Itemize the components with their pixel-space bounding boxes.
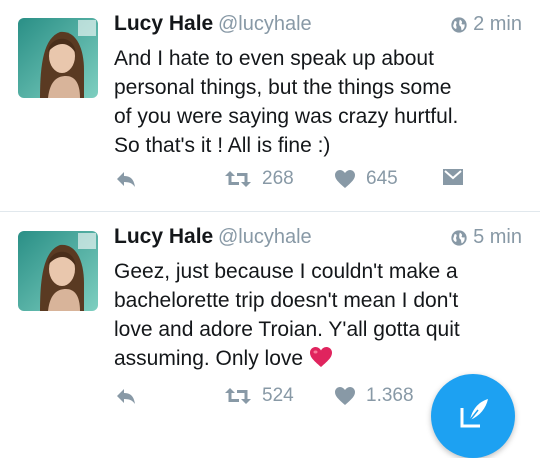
red-heart-emoji-icon — [309, 347, 332, 367]
retweet-count: 524 — [262, 385, 294, 406]
globe-icon — [451, 16, 467, 33]
reply-button[interactable] — [114, 168, 138, 190]
like-button[interactable]: 1.368 — [334, 385, 414, 407]
tweet-text-line: So that's it ! All is fine :) — [114, 134, 331, 157]
timestamp: 2 min — [450, 13, 522, 36]
reply-icon — [117, 389, 135, 404]
like-count: 645 — [366, 168, 398, 189]
tweet-text: Geez, just because I couldn't make a bac… — [114, 257, 524, 373]
retweet-icon — [225, 388, 251, 404]
tweet-text-fragment: assuming. Only love — [114, 347, 304, 370]
username[interactable]: @lucyhale — [218, 13, 312, 36]
tweet-text-line: bachelorette trip doesn't mean I don't — [114, 289, 459, 312]
like-button[interactable]: 645 — [334, 168, 398, 190]
tweet[interactable]: Lucy Hale @lucyhale 2 min And I hate to … — [0, 0, 540, 212]
tweet-text: And I hate to even speak up about person… — [114, 44, 524, 160]
tweet-actions: 268 645 — [114, 168, 540, 198]
direct-message-icon — [443, 169, 463, 185]
reply-icon — [117, 172, 135, 187]
avatar-photo — [18, 18, 98, 98]
avatar[interactable] — [18, 231, 98, 311]
timestamp-text: 2 min — [473, 13, 522, 35]
avatar-photo — [18, 231, 98, 311]
heart-icon — [335, 387, 355, 405]
tweet-text-line-last: assuming. Only love — [114, 344, 524, 373]
tweet-text-line: personal things, but the things some — [114, 76, 452, 99]
compose-tweet-button[interactable] — [431, 374, 515, 458]
tweet-text-line: Geez, just because I couldn't make a — [114, 260, 458, 283]
display-name[interactable]: Lucy Hale — [114, 225, 213, 249]
globe-icon — [451, 229, 467, 246]
tweet-text-line: love and adore Troian. Y'all gotta quit — [114, 318, 460, 341]
avatar[interactable] — [18, 18, 98, 98]
username[interactable]: @lucyhale — [218, 226, 312, 249]
tweet-text-line: And I hate to even speak up about — [114, 47, 434, 70]
display-name[interactable]: Lucy Hale — [114, 12, 213, 36]
like-count: 1.368 — [366, 385, 414, 406]
tweet-header: Lucy Hale @lucyhale 5 min — [114, 225, 522, 257]
reply-button[interactable] — [114, 385, 138, 407]
tweet-header: Lucy Hale @lucyhale 2 min — [114, 12, 522, 44]
direct-message-button[interactable] — [442, 168, 464, 186]
retweet-count: 268 — [262, 168, 294, 189]
timestamp-text: 5 min — [473, 226, 522, 248]
tweet-divider — [0, 211, 540, 212]
heart-icon — [335, 170, 355, 188]
retweet-icon — [225, 171, 251, 187]
retweet-button[interactable]: 524 — [224, 385, 294, 407]
retweet-button[interactable]: 268 — [224, 168, 294, 190]
compose-tweet-icon — [460, 399, 488, 428]
tweet-text-line: of you were saying was crazy hurtful. — [114, 105, 459, 128]
timestamp: 5 min — [450, 226, 522, 249]
